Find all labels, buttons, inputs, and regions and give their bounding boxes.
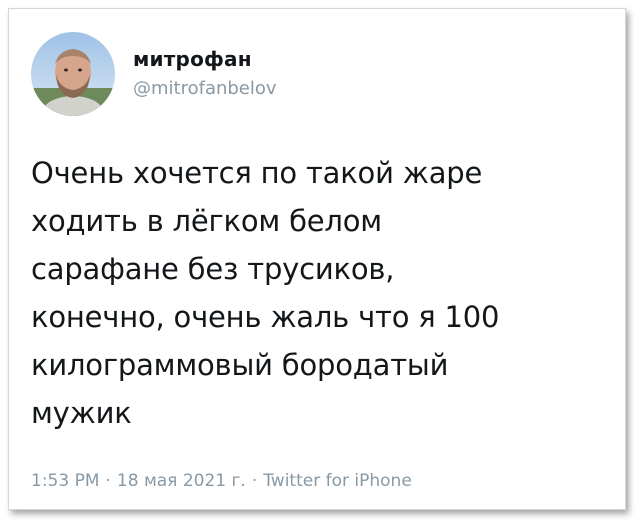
avatar[interactable] — [31, 32, 115, 116]
tweet-time[interactable]: 1:53 PM — [31, 471, 100, 491]
tweet-meta: 1:53 PM · 18 мая 2021 г. · Twitter for iPhon… — [31, 471, 412, 491]
tweet-text: Очень хочется по такой жаре ходить в лёг… — [31, 156, 500, 430]
meta-separator: · — [251, 471, 258, 491]
tweet-card: митрофан @mitrofanbelov Очень хочется по… — [8, 8, 626, 510]
display-name[interactable]: митрофан — [133, 46, 277, 72]
tweet-source[interactable]: Twitter for iPhone — [263, 471, 412, 491]
user-handle[interactable]: @mitrofanbelov — [133, 76, 277, 102]
tweet-date[interactable]: 18 мая 2021 г. — [117, 471, 246, 491]
meta-separator: · — [105, 471, 111, 491]
avatar-image — [31, 32, 115, 116]
tweet-header: митрофан @mitrofanbelov — [31, 31, 277, 117]
user-names: митрофан @mitrofanbelov — [133, 46, 277, 102]
